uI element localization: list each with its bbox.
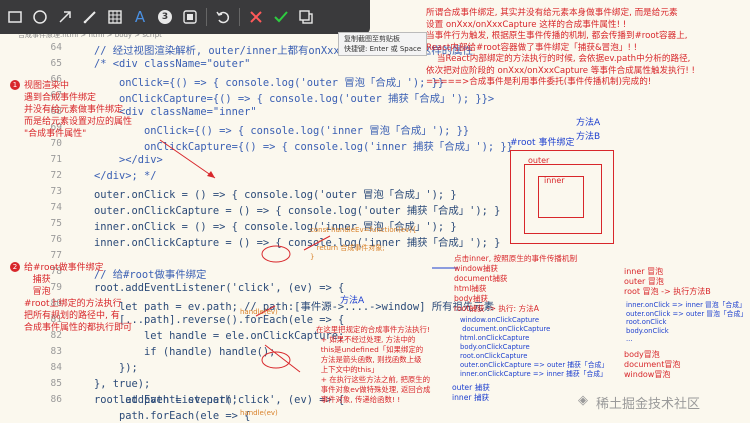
confirm-check-icon[interactable] [272, 8, 290, 26]
label-fangfa-a-mid: 方法A [340, 296, 365, 306]
note-outer-inner-capture: outer 捕获 inner 捕获 [452, 383, 490, 402]
code-line: /* <div className="outer" [94, 58, 251, 70]
code-line: }, true); [94, 378, 151, 390]
line-number: 72 [50, 170, 62, 181]
note-bottom-right: body冒泡 document冒泡 window冒泡 [624, 350, 681, 379]
note-handle-ev-code: const handleEv=function(ev){ ... return … [310, 226, 417, 261]
code-line: outer.onClickCapture = () => { console.l… [94, 205, 501, 217]
code-line: onClickCapture={() => { console.log('out… [94, 93, 495, 105]
rectangle-tool-icon[interactable] [6, 8, 24, 26]
note-left-2: 给#root做事件绑定 捕获 冒泡 #root上绑定的方法执行 把所有规划的路径… [24, 263, 133, 333]
note-path-list: window.onClickCapture document.onClickCa… [460, 316, 609, 378]
outer-box-label: outer [528, 156, 550, 165]
line-number: 86 [50, 394, 62, 405]
toolbar-divider [206, 8, 207, 26]
watermark: 稀土掘金技术社区 [596, 397, 701, 412]
line-number: 65 [50, 58, 62, 69]
code-line: onClick={() => { console.log('inner 冒泡「合… [94, 125, 470, 137]
screenshot-toolbar: A 3 [0, 0, 370, 34]
code-line: inner.onClickCapture = () => { console.l… [94, 237, 501, 249]
number-badge-tool-icon[interactable]: 3 [156, 8, 174, 26]
note-left-1: 视图渲染中 遇到合成事件绑定 并没有给元素做事件绑定 而是给元素设置对应的属性 … [24, 81, 133, 139]
note-click-inner: 点击inner, 按照原生的事件传播机制 window捕获 document捕获… [454, 254, 578, 313]
note-top-right: 所谓合成事件绑定, 其实并没有给元素本身做事件绑定, 而是给元素 设置 onXx… [426, 8, 695, 87]
code-line: }); [94, 362, 138, 374]
line-number: 77 [50, 250, 62, 261]
line-number: 76 [50, 234, 62, 245]
circle-tool-icon[interactable] [31, 8, 49, 26]
pen-tool-icon[interactable] [81, 8, 99, 26]
badge-1: 1 [10, 80, 20, 90]
code-line: ></div> [94, 154, 163, 166]
code-line: let path = ev.path; // path:[事件源->....->… [94, 301, 495, 313]
juejin-logo-icon: ◈ [578, 393, 588, 408]
badge-2: 2 [10, 262, 20, 272]
code-line: onClickCapture={() => { console.log('inn… [94, 141, 513, 153]
label-root-event-bind: #root 事件绑定 [510, 138, 575, 148]
toolbar-divider [239, 8, 240, 26]
code-line: outer.onClick = () => { console.log('out… [94, 189, 457, 201]
code-line: path.forEach(ele => { [94, 410, 251, 422]
note-right-list: inner.onClick => inner 冒泡「合成」 outer.onCl… [626, 301, 748, 344]
code-line: if (handle) handle(); [94, 346, 276, 358]
note-right-bubble: inner 冒泡 outer 冒泡 root 冒泡 -> 执行方法B [624, 267, 711, 296]
copy-to-clipboard-icon[interactable] [297, 8, 315, 26]
mosaic-grid-tool-icon[interactable] [106, 8, 124, 26]
line-number: 85 [50, 378, 62, 389]
label-fangfa-a-right: 方法A [576, 118, 601, 128]
tooltip-line-2: 快捷键: Enter 或 Space [344, 45, 422, 53]
blur-tool-icon[interactable] [181, 8, 199, 26]
line-number: 83 [50, 346, 62, 357]
inner-box-label: inner [544, 176, 565, 185]
note-bottom-mid: 在这里把规定的合成事件方法执行! + 如果不经过处理, 方法中的 this是un… [316, 325, 431, 404]
line-number: 75 [50, 218, 62, 229]
line-number: 73 [50, 186, 62, 197]
note-handle-ev-1: handle(ev) [240, 308, 278, 316]
line-number: 71 [50, 154, 62, 165]
code-line: onClick={() => { console.log('outer 冒泡「合… [94, 77, 445, 89]
line-number: 84 [50, 362, 62, 373]
tooltip-line-1: 复制截图至剪贴板 [344, 35, 400, 43]
copy-tooltip: 复制截图至剪贴板 快捷键: Enter 或 Space [338, 32, 428, 56]
line-number: 74 [50, 202, 62, 213]
number-badge-label: 3 [158, 10, 172, 24]
code-line: </div>; */ [94, 170, 157, 182]
arrow-tool-icon[interactable] [56, 8, 74, 26]
close-icon[interactable] [247, 8, 265, 26]
text-tool-icon[interactable]: A [131, 8, 149, 26]
undo-icon[interactable] [214, 8, 232, 26]
line-number: 64 [50, 42, 62, 53]
code-line: let path = ev.path; [94, 394, 238, 406]
note-handle-ev-2: handle(ev) [240, 409, 278, 417]
label-fangfa-b-right: 方法B [576, 132, 601, 142]
